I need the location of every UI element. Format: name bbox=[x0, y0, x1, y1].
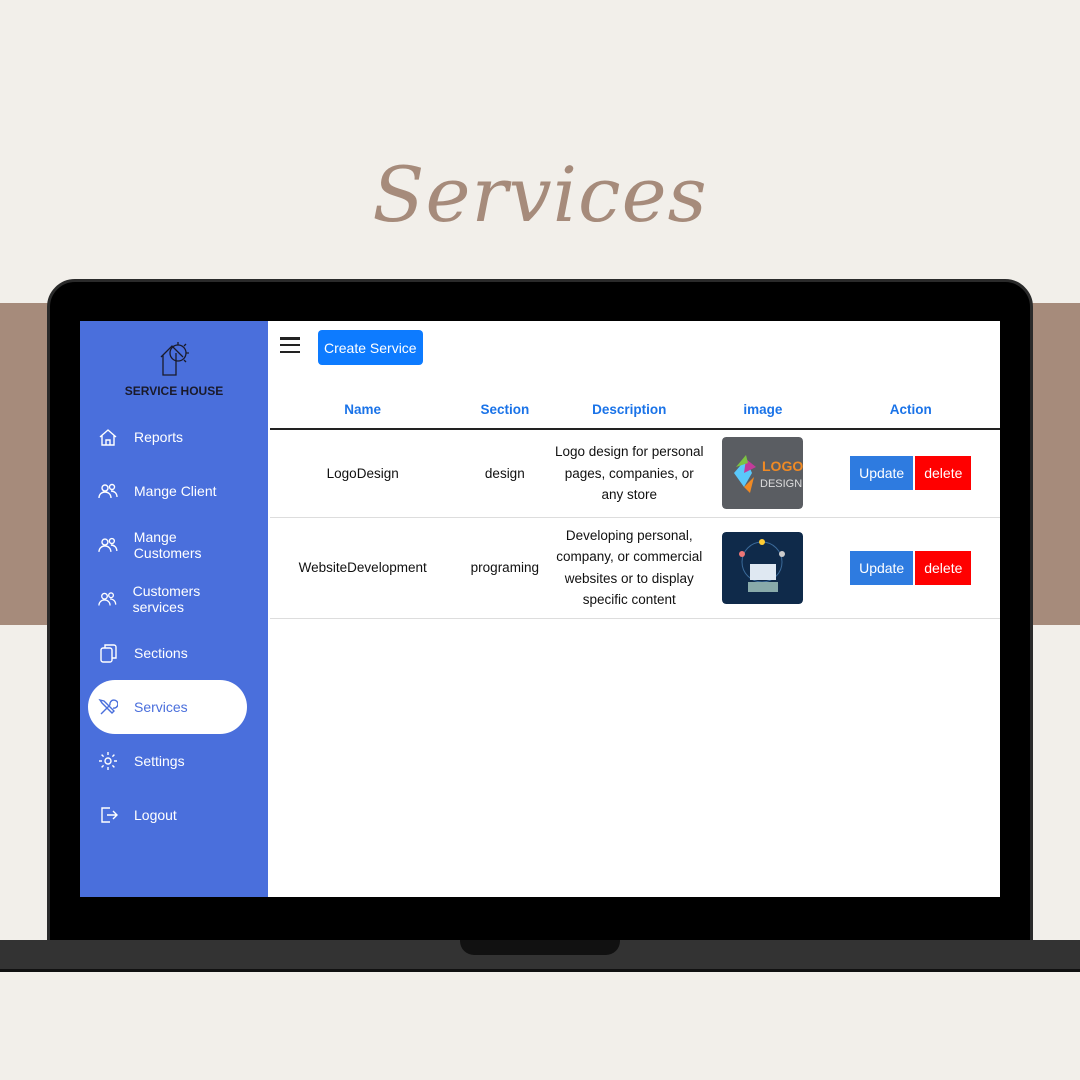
sidebar-item-label: Mange Customers bbox=[133, 529, 202, 561]
svg-text:DESIGN: DESIGN bbox=[760, 478, 802, 490]
update-button[interactable]: Update bbox=[850, 456, 914, 491]
column-header-description: Description bbox=[554, 391, 705, 430]
service-name: WebsiteDevelopment bbox=[270, 517, 456, 619]
main-content: Create Service Name Section Description … bbox=[268, 321, 1000, 897]
tools-icon bbox=[98, 698, 118, 715]
sidebar-item-label: Sections bbox=[134, 645, 188, 661]
sidebar-item-customers-services[interactable]: Customers services bbox=[88, 572, 247, 626]
delete-button[interactable]: delete bbox=[915, 456, 972, 491]
sidebar: SERVICE HOUSE Reports Mange Client Mange C… bbox=[80, 321, 268, 897]
sidebar-nav: Reports Mange Client Mange Customers Custom… bbox=[88, 410, 247, 842]
service-description: Logo design for personal pages, companie… bbox=[554, 429, 705, 518]
column-header-section: Section bbox=[455, 391, 555, 430]
sidebar-item-reports[interactable]: Reports bbox=[88, 410, 247, 464]
house-gear-icon bbox=[160, 342, 189, 376]
sidebar-item-mange-client[interactable]: Mange Client bbox=[88, 464, 247, 518]
table-row: LogoDesign design Logo design for person… bbox=[270, 429, 1000, 518]
sidebar-item-sections[interactable]: Sections bbox=[88, 626, 247, 680]
laptop-notch bbox=[460, 940, 620, 955]
sidebar-item-label: Reports bbox=[134, 429, 184, 445]
sidebar-item-label: Customers services bbox=[132, 583, 201, 615]
logout-icon bbox=[101, 807, 118, 823]
column-header-action: Action bbox=[821, 391, 1000, 430]
gear-icon bbox=[99, 752, 117, 770]
page-title: Services bbox=[372, 150, 708, 239]
sidebar-item-label: Settings bbox=[134, 753, 185, 769]
home-icon bbox=[99, 429, 117, 446]
column-header-image: image bbox=[704, 391, 822, 430]
logo: SERVICE HOUSE bbox=[80, 321, 268, 398]
sidebar-item-label: Mange Client bbox=[134, 483, 217, 499]
create-service-button[interactable]: Create Service bbox=[318, 330, 423, 365]
services-table: Name Section Description image Action Lo… bbox=[270, 391, 1000, 619]
sidebar-item-mange-customers[interactable]: Mange Customers bbox=[88, 518, 247, 572]
table-row: WebsiteDevelopment programing Developing… bbox=[270, 517, 1000, 619]
update-button[interactable]: Update bbox=[850, 550, 914, 585]
service-section: design bbox=[455, 429, 555, 518]
sidebar-item-label: Logout bbox=[134, 807, 177, 823]
sidebar-item-logout[interactable]: Logout bbox=[88, 788, 247, 842]
delete-button[interactable]: delete bbox=[915, 550, 972, 585]
web-development-image bbox=[722, 531, 804, 604]
sidebar-item-settings[interactable]: Settings bbox=[88, 734, 247, 788]
service-name: LogoDesign bbox=[270, 429, 456, 518]
copy-icon bbox=[100, 644, 117, 663]
service-description: Developing personal, company, or commerc… bbox=[554, 517, 705, 619]
menu-icon[interactable] bbox=[280, 337, 300, 353]
logo-design-image: LOGO DESIGN bbox=[722, 437, 804, 510]
service-section: programing bbox=[455, 517, 555, 619]
users-icon bbox=[98, 537, 118, 552]
sidebar-item-label: Services bbox=[134, 699, 188, 715]
column-header-name: Name bbox=[270, 391, 456, 430]
users-icon bbox=[98, 483, 118, 499]
svg-text:LOGO: LOGO bbox=[762, 458, 803, 474]
sidebar-item-services[interactable]: Services bbox=[88, 680, 247, 734]
brand-name: SERVICE HOUSE bbox=[124, 384, 224, 398]
users-icon bbox=[98, 592, 117, 606]
app-screen: SERVICE HOUSE Reports Mange Client Mange C… bbox=[80, 321, 1000, 897]
